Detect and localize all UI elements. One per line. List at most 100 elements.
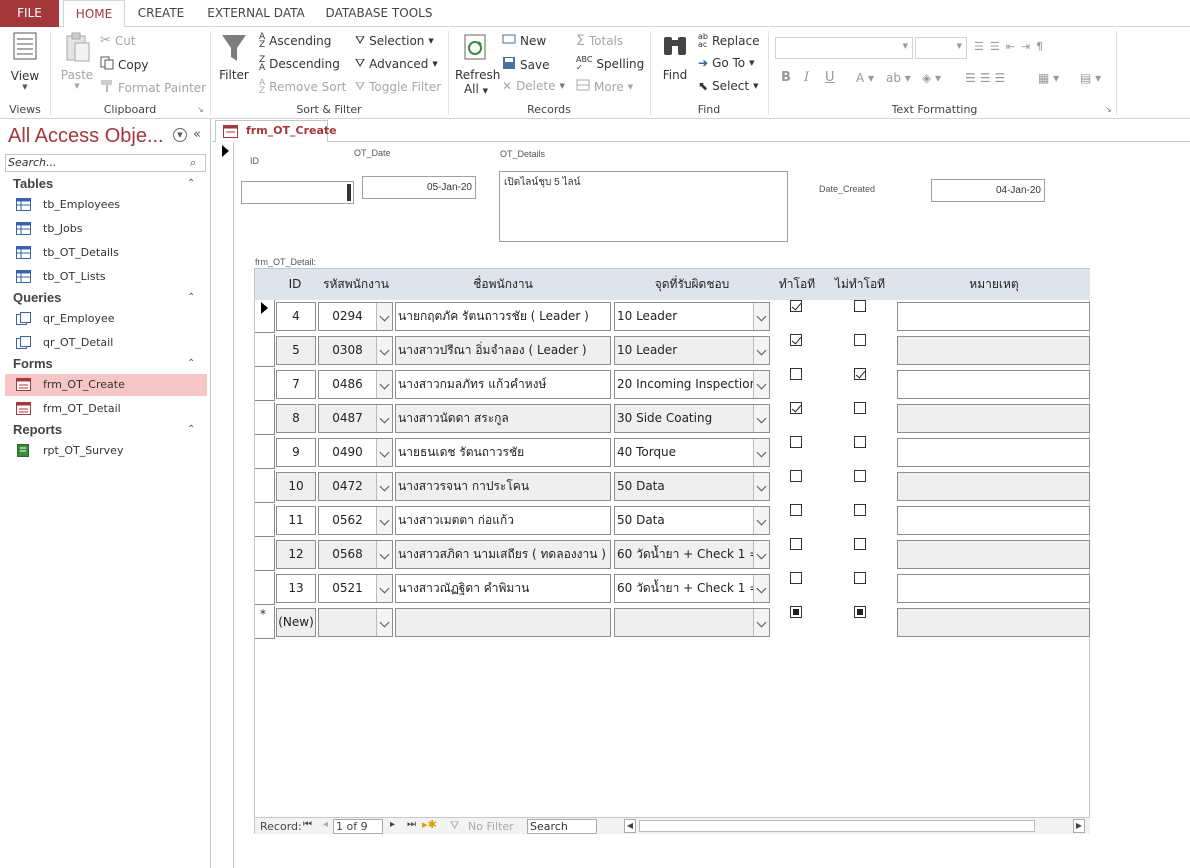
dropdown-arrow-icon[interactable] <box>376 439 392 466</box>
more-button[interactable]: More ▼ <box>576 79 633 94</box>
dropdown-arrow-icon[interactable] <box>753 337 769 364</box>
cell-employee-code[interactable]: 0487 <box>318 404 393 433</box>
scroll-left-icon[interactable]: ◀ <box>624 819 636 833</box>
nav-item-qr-ot-detail[interactable]: qr_OT_Detail <box>14 332 207 354</box>
cell-id[interactable]: 4 <box>276 302 316 331</box>
row-selector[interactable] <box>255 538 275 571</box>
dropdown-arrow-icon[interactable] <box>376 575 392 602</box>
dropdown-arrow-icon[interactable] <box>753 371 769 398</box>
search-icon[interactable]: ⌕ <box>190 156 196 170</box>
cell-employee-code[interactable] <box>318 608 393 637</box>
ot-checkbox[interactable] <box>790 300 802 312</box>
dialog-launcher-icon[interactable]: ↘ <box>197 105 204 114</box>
cell-id[interactable]: 5 <box>276 336 316 365</box>
refresh-all-button[interactable]: Refresh All ▼ <box>455 31 500 96</box>
row-selector[interactable] <box>255 300 275 333</box>
remove-sort-button[interactable]: A Z Remove Sort <box>259 79 346 96</box>
dropdown-arrow-icon[interactable] <box>753 507 769 534</box>
font-color-icon[interactable]: A ▾ <box>856 71 874 85</box>
bold-button[interactable]: B <box>781 70 791 85</box>
descending-button[interactable]: Z A Descending <box>259 56 340 73</box>
cell-id[interactable]: 7 <box>276 370 316 399</box>
cell-employee-name[interactable]: นางสาวเมตตา ก่อแก้ว <box>395 506 611 535</box>
cell-responsible-point[interactable]: 20 Incoming Inspection <box>614 370 770 399</box>
cell-employee-name[interactable] <box>395 608 611 637</box>
cell-id[interactable]: 10 <box>276 472 316 501</box>
ascending-button[interactable]: A Z Ascending <box>259 33 331 50</box>
spelling-button[interactable]: ABC ✓ Spelling <box>576 56 644 72</box>
gridlines-icon[interactable]: ▦ ▾ <box>1038 71 1059 85</box>
ot-checkbox[interactable] <box>790 504 802 516</box>
ot-checkbox[interactable] <box>790 538 802 550</box>
cell-responsible-point[interactable]: 60 วัดน้ำยา + Check 1 = <box>614 574 770 603</box>
id-field[interactable] <box>241 181 354 204</box>
nav-item-tb-jobs[interactable]: tb_Jobs <box>14 218 207 240</box>
dropdown-arrow-icon[interactable] <box>376 337 392 364</box>
dialog-launcher-icon[interactable]: ↘ <box>1105 105 1112 114</box>
no-ot-checkbox[interactable] <box>854 402 866 414</box>
cell-employee-name[interactable]: นางสาวนัดดา สระกูล <box>395 404 611 433</box>
row-selector[interactable] <box>255 504 275 537</box>
dropdown-arrow-icon[interactable] <box>376 609 392 636</box>
last-record-icon[interactable]: ⏭ <box>407 819 416 830</box>
cell-remark[interactable] <box>897 370 1090 399</box>
ot-checkbox[interactable] <box>790 402 802 414</box>
cell-employee-name[interactable]: นางสาวปรีณา อิ่มจำลอง ( Leader ) <box>395 336 611 365</box>
selection-button[interactable]: ⛛ Selection ▼ <box>355 33 434 48</box>
font-size-combo[interactable]: ▼ <box>915 37 967 59</box>
view-dropdown-icon[interactable]: ▼ <box>6 83 44 91</box>
row-selector[interactable]: * <box>255 606 275 639</box>
nav-section-queries[interactable]: Queries <box>13 290 61 305</box>
current-record-field[interactable]: 1 of 9 <box>333 819 383 834</box>
tab-external-data[interactable]: EXTERNAL DATA <box>200 0 312 27</box>
no-ot-checkbox[interactable] <box>854 606 866 618</box>
cell-id[interactable]: 13 <box>276 574 316 603</box>
cell-responsible-point[interactable]: 50 Data <box>614 506 770 535</box>
record-search-input[interactable]: Search <box>527 819 597 834</box>
cell-employee-code[interactable]: 0308 <box>318 336 393 365</box>
save-button[interactable]: Save <box>502 56 549 73</box>
ot-checkbox[interactable] <box>790 334 802 346</box>
dropdown-arrow-icon[interactable] <box>753 609 769 636</box>
chevron-up-icon[interactable]: ⌃ <box>187 178 195 189</box>
paste-dropdown-icon[interactable]: ▼ <box>58 82 96 90</box>
first-record-icon[interactable]: ⏮ <box>303 819 312 830</box>
cell-responsible-point[interactable]: 10 Leader <box>614 336 770 365</box>
row-selector[interactable] <box>255 572 275 605</box>
dropdown-arrow-icon[interactable] <box>376 473 392 500</box>
cell-responsible-point[interactable]: 10 Leader <box>614 302 770 331</box>
align-buttons[interactable]: ☰☰☰ <box>965 71 1009 85</box>
ot-details-field[interactable]: เปิดไลน์ชุบ 5 ไลน์ <box>499 171 788 242</box>
ot-checkbox[interactable] <box>790 572 802 584</box>
row-selector[interactable] <box>255 436 275 469</box>
cell-employee-name[interactable]: นางสาวณัฏฐิดา คำพิมาน <box>395 574 611 603</box>
cell-id[interactable]: 8 <box>276 404 316 433</box>
dropdown-arrow-icon[interactable] <box>753 303 769 330</box>
dropdown-arrow-icon[interactable] <box>376 303 392 330</box>
cell-remark[interactable] <box>897 574 1090 603</box>
cell-responsible-point[interactable]: 60 วัดน้ำยา + Check 1 = <box>614 540 770 569</box>
cell-remark[interactable] <box>897 336 1090 365</box>
tab-create[interactable]: CREATE <box>130 0 192 27</box>
dropdown-arrow-icon[interactable] <box>753 439 769 466</box>
ot-date-field[interactable]: 05-Jan-20 <box>362 176 476 199</box>
chevron-up-icon[interactable]: ⌃ <box>187 424 195 435</box>
advanced-button[interactable]: ⛛ Advanced ▼ <box>355 56 438 71</box>
totals-button[interactable]: Σ Totals <box>576 33 623 49</box>
list-indent-buttons[interactable]: ☰☰⇤⇥¶ <box>974 40 1114 56</box>
chevron-up-icon[interactable]: ⌃ <box>187 292 195 303</box>
font-name-combo[interactable]: ▼ <box>775 37 913 59</box>
cell-remark[interactable] <box>897 540 1090 569</box>
no-ot-checkbox[interactable] <box>854 504 866 516</box>
nav-item-frm-ot-create[interactable]: frm_OT_Create <box>5 374 207 396</box>
tab-database-tools[interactable]: DATABASE TOOLS <box>320 0 438 27</box>
cell-employee-name[interactable]: นางสาวรจนา กาประโคน <box>395 472 611 501</box>
date-created-field[interactable]: 04-Jan-20 <box>931 179 1045 202</box>
cell-id[interactable]: 9 <box>276 438 316 467</box>
alt-row-color-icon[interactable]: ▤ ▾ <box>1080 71 1101 85</box>
cell-responsible-point[interactable] <box>614 608 770 637</box>
no-ot-checkbox[interactable] <box>854 572 866 584</box>
nav-item-rpt-ot-survey[interactable]: rpt_OT_Survey <box>14 440 207 462</box>
cell-employee-code[interactable]: 0486 <box>318 370 393 399</box>
dropdown-arrow-icon[interactable] <box>753 405 769 432</box>
